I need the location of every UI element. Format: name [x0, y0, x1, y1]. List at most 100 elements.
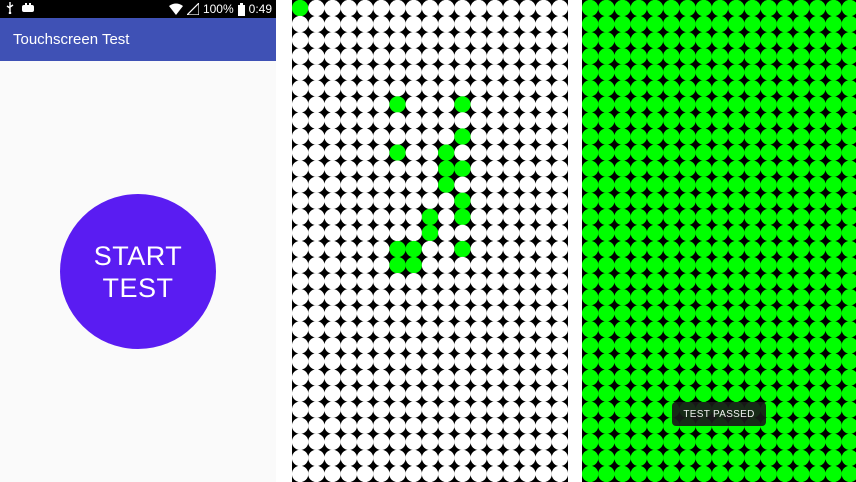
touch-dot-touched[interactable] — [711, 80, 729, 97]
touch-dot[interactable] — [308, 289, 325, 306]
touch-dot[interactable] — [486, 240, 504, 258]
touch-dot[interactable] — [535, 417, 552, 434]
touch-dot-touched[interactable] — [776, 176, 794, 193]
touch-dot-touched[interactable] — [630, 305, 648, 322]
touch-dot-touched[interactable] — [582, 272, 599, 290]
touch-dot[interactable] — [551, 337, 568, 354]
touch-dot-touched[interactable] — [663, 305, 680, 322]
touch-dot[interactable] — [308, 176, 325, 193]
touch-dot-touched[interactable] — [711, 128, 729, 145]
touch-dot-touched[interactable] — [663, 433, 680, 451]
touch-dot-touched[interactable] — [792, 272, 810, 290]
touch-dot[interactable] — [551, 305, 568, 322]
touch-dot[interactable] — [421, 160, 439, 177]
touch-dot[interactable] — [486, 80, 504, 97]
touch-dot-touched[interactable] — [776, 160, 794, 177]
touch-dot-touched[interactable] — [841, 417, 856, 434]
touch-dot-touched[interactable] — [760, 449, 777, 467]
touch-dot-touched[interactable] — [679, 385, 696, 402]
touch-dot[interactable] — [454, 369, 471, 386]
touch-dot-touched[interactable] — [776, 80, 794, 97]
touch-dot[interactable] — [292, 305, 309, 322]
touch-dot-touched[interactable] — [663, 112, 680, 129]
touch-dot-touched[interactable] — [744, 128, 761, 145]
touch-dot[interactable] — [340, 369, 358, 386]
touch-dot-touched[interactable] — [776, 305, 794, 322]
touch-dot[interactable] — [340, 144, 358, 161]
touch-dot-touched[interactable] — [728, 48, 745, 65]
touch-dot[interactable] — [519, 305, 536, 322]
touch-dot[interactable] — [454, 80, 471, 97]
touch-dot-touched[interactable] — [679, 144, 696, 161]
touch-dot-touched[interactable] — [744, 353, 761, 370]
touch-dot[interactable] — [486, 337, 504, 354]
touch-dot-touched[interactable] — [646, 465, 664, 482]
touch-dot-touched[interactable] — [679, 353, 696, 370]
touch-dot[interactable] — [421, 401, 439, 418]
touch-dot-touched[interactable] — [614, 192, 631, 210]
touch-dot-touched[interactable] — [598, 112, 615, 129]
touch-dot-touched[interactable] — [841, 176, 856, 193]
touch-dot-touched[interactable] — [614, 128, 631, 145]
touch-dot[interactable] — [356, 176, 374, 193]
touch-dot[interactable] — [356, 465, 374, 482]
touch-dot[interactable] — [551, 144, 568, 161]
touch-dot-touched[interactable] — [728, 112, 745, 129]
touch-dot[interactable] — [389, 31, 406, 49]
touch-dot-touched[interactable] — [663, 128, 680, 145]
touch-dot-touched[interactable] — [695, 176, 712, 193]
touch-dot[interactable] — [405, 128, 422, 145]
touch-dot[interactable] — [324, 160, 341, 177]
touch-dot[interactable] — [470, 369, 487, 386]
touch-dot[interactable] — [502, 224, 520, 242]
touch-dot[interactable] — [340, 160, 358, 177]
touch-dot[interactable] — [292, 433, 309, 451]
touch-dot[interactable] — [535, 289, 552, 306]
touch-dot[interactable] — [551, 112, 568, 129]
touch-dot[interactable] — [470, 64, 487, 81]
touch-dot[interactable] — [486, 433, 504, 451]
touch-dot-touched[interactable] — [841, 256, 856, 274]
touch-dot-touched[interactable] — [711, 224, 729, 242]
touch-dot-touched[interactable] — [809, 433, 826, 451]
touch-dot-touched[interactable] — [695, 15, 712, 33]
touch-dot[interactable] — [454, 401, 471, 418]
touch-dot[interactable] — [502, 369, 520, 386]
touch-dot[interactable] — [421, 64, 439, 81]
touch-dot[interactable] — [340, 385, 358, 402]
touch-dot[interactable] — [519, 128, 536, 145]
touch-dot-touched[interactable] — [614, 272, 631, 290]
touch-dot-touched[interactable] — [614, 64, 631, 81]
touch-dot[interactable] — [454, 112, 471, 129]
touch-dot[interactable] — [308, 369, 325, 386]
touch-dot[interactable] — [373, 208, 390, 226]
touch-dot-touched[interactable] — [841, 449, 856, 467]
touch-dot-touched[interactable] — [809, 128, 826, 145]
touch-dot-touched[interactable] — [614, 385, 631, 402]
touch-dot[interactable] — [519, 192, 536, 210]
touch-dot-touched[interactable] — [614, 96, 631, 113]
touch-dot[interactable] — [519, 385, 536, 402]
touch-dot[interactable] — [340, 337, 358, 354]
touch-dot[interactable] — [324, 401, 341, 418]
touch-dot[interactable] — [438, 112, 455, 129]
touch-dot[interactable] — [502, 160, 520, 177]
touch-dot-touched[interactable] — [711, 433, 729, 451]
touch-dot-touched[interactable] — [695, 369, 712, 386]
touch-dot-touched[interactable] — [728, 192, 745, 210]
touch-dot-touched[interactable] — [598, 208, 615, 226]
touch-dot-touched[interactable] — [760, 176, 777, 193]
touch-dot-touched[interactable] — [679, 321, 696, 338]
touch-dot-touched[interactable] — [582, 353, 599, 370]
touch-dot-touched[interactable] — [744, 465, 761, 482]
touch-dot[interactable] — [486, 353, 504, 370]
touch-dot-touched[interactable] — [582, 256, 599, 274]
touch-dot-touched[interactable] — [389, 144, 406, 161]
touch-dot[interactable] — [535, 465, 552, 482]
touch-dot-touched[interactable] — [841, 289, 856, 306]
touch-dot[interactable] — [308, 401, 325, 418]
touch-dot-touched[interactable] — [679, 15, 696, 33]
touch-dot-touched[interactable] — [744, 449, 761, 467]
touch-dot[interactable] — [438, 192, 455, 210]
touch-dot[interactable] — [421, 305, 439, 322]
